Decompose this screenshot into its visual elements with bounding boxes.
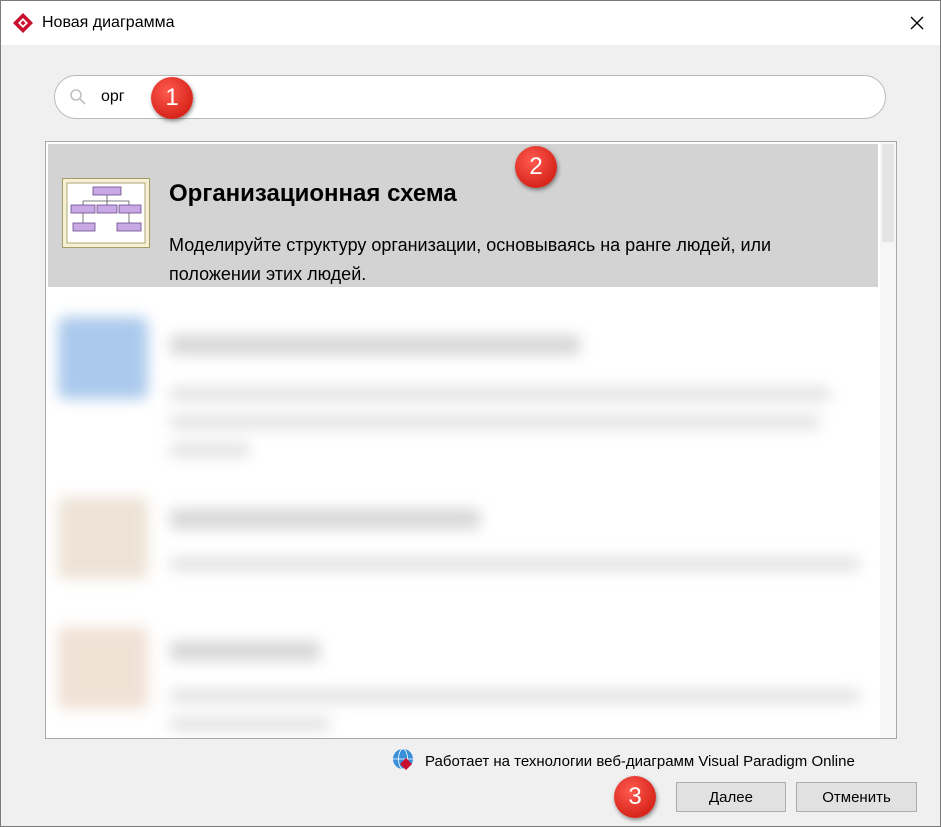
template-item-blurred[interactable] (48, 307, 878, 477)
template-item-org-chart[interactable]: Организационная схема Моделируйте структ… (48, 144, 878, 287)
org-chart-preview-icon (66, 182, 146, 244)
template-description: Моделируйте структуру организации, основ… (169, 235, 772, 284)
blurred-title (170, 509, 480, 529)
blurred-text (170, 689, 860, 703)
window-title: Новая диаграмма (42, 14, 175, 31)
visual-paradigm-logo-icon (13, 13, 33, 33)
template-item-blurred[interactable] (48, 487, 878, 597)
template-thumbnail (58, 317, 148, 399)
step-badge-2: 2 (515, 146, 557, 188)
step-badge-3: 3 (614, 776, 656, 818)
template-title: Организационная схема (169, 180, 457, 207)
powered-by-text: Работает на технологии веб-диаграмм Visu… (425, 753, 855, 770)
new-diagram-dialog: Новая диаграмма 1 (0, 0, 941, 827)
template-thumbnail (58, 497, 148, 579)
blurred-title (170, 641, 320, 661)
close-button[interactable] (894, 1, 940, 45)
step-badge-1: 1 (151, 77, 193, 119)
blurred-text (170, 557, 860, 571)
cancel-button[interactable]: Отменить (796, 782, 917, 812)
search-icon (70, 89, 86, 105)
template-thumbnail (58, 627, 148, 709)
blurred-text (170, 387, 830, 401)
blurred-title (170, 335, 580, 355)
results-scrollbar[interactable] (880, 142, 896, 738)
org-chart-thumbnail (62, 178, 150, 248)
template-results-list[interactable]: Организационная схема Моделируйте структ… (45, 141, 897, 739)
blurred-text (170, 443, 250, 457)
close-icon (910, 16, 924, 30)
blurred-text (170, 717, 330, 731)
blurred-text (170, 415, 820, 429)
next-button[interactable]: Далее (676, 782, 786, 812)
visual-paradigm-online-globe-icon (393, 748, 413, 770)
template-item-blurred[interactable] (48, 617, 878, 737)
search-input[interactable] (99, 84, 803, 110)
title-bar: Новая диаграмма (1, 1, 940, 45)
scrollbar-thumb[interactable] (882, 144, 894, 242)
